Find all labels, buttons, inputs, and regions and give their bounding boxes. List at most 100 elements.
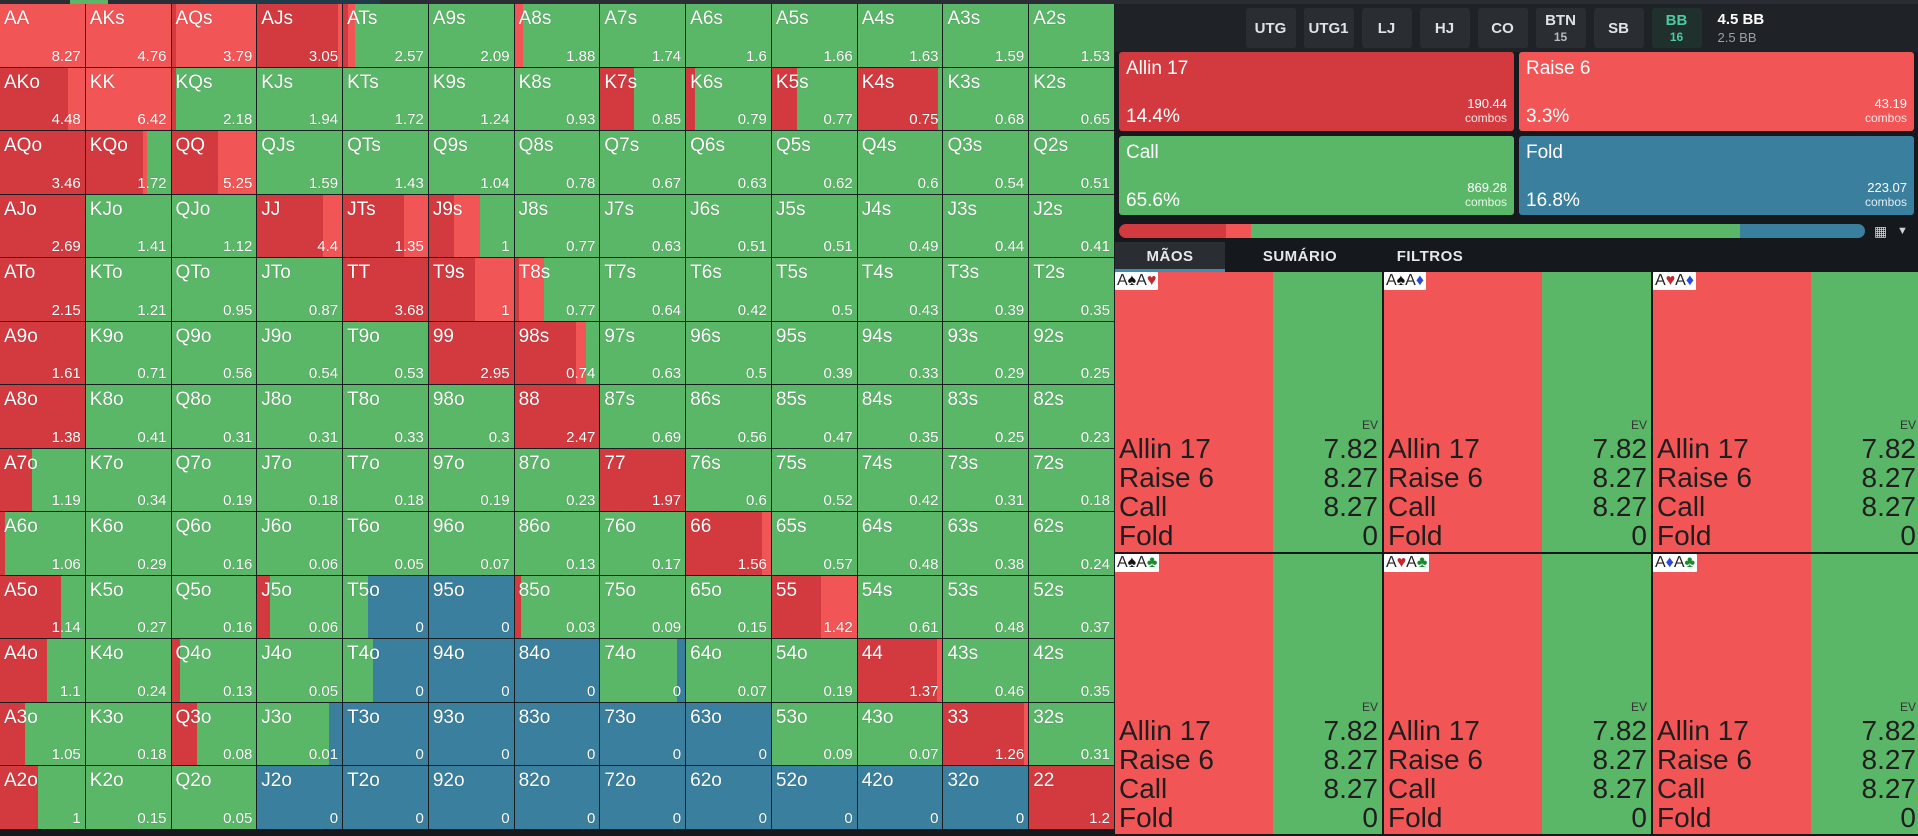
hand-cell-Q8s[interactable]: Q8s 0.78	[514, 131, 601, 195]
hand-cell-Q7s[interactable]: Q7s 0.67	[600, 131, 687, 195]
hand-cell-A8o[interactable]: A8o 1.38	[0, 385, 86, 449]
hand-cell-87s[interactable]: 87s 0.69	[600, 385, 687, 449]
hand-cell-Q4o[interactable]: Q4o 0.13	[171, 639, 258, 703]
hand-cell-72o[interactable]: 72o 0	[600, 766, 687, 830]
grid-view-icon[interactable]: ▦	[1874, 223, 1887, 239]
hand-cell-98o[interactable]: 98o 0.3	[428, 385, 515, 449]
hand-cell-JTs[interactable]: JTs 1.35	[343, 194, 429, 259]
hand-cell-QJs[interactable]: QJs 1.59	[257, 131, 344, 195]
hand-cell-J4o[interactable]: J4o 0.05	[257, 639, 344, 703]
hand-cell-AQo[interactable]: AQo 3.46	[0, 131, 86, 195]
hand-cell-J9s[interactable]: J9s 1	[428, 194, 515, 259]
position-button-utg1[interactable]: UTG1	[1303, 8, 1354, 48]
hand-cell-A9o[interactable]: A9o 1.61	[0, 321, 86, 386]
hand-cell-A7s[interactable]: A7s 1.74	[600, 4, 687, 68]
hand-cell-T2o[interactable]: T2o 0	[343, 766, 429, 830]
hand-cell-92o[interactable]: 92o 0	[428, 766, 515, 830]
chevron-down-icon[interactable]: ▼	[1897, 225, 1908, 241]
hand-cell-A8s[interactable]: A8s 1.88	[514, 4, 601, 68]
hand-cell-Q6s[interactable]: Q6s 0.63	[686, 131, 772, 195]
hand-cell-AJo[interactable]: AJo 2.69	[0, 194, 86, 259]
hand-cell-KQs[interactable]: KQs 2.18	[171, 67, 258, 132]
hand-cell-K9o[interactable]: K9o 0.71	[85, 321, 172, 386]
hand-cell-J5o[interactable]: J5o 0.06	[257, 575, 344, 640]
hand-cell-93o[interactable]: 93o 0	[428, 702, 515, 767]
hand-cell-KTo[interactable]: KTo 1.21	[85, 258, 172, 322]
hand-cell-Q6o[interactable]: Q6o 0.16	[171, 512, 258, 576]
action-allin-card[interactable]: Allin 17 14.4% 190.44 combos	[1119, 52, 1514, 131]
hand-cell-54s[interactable]: 54s 0.61	[857, 575, 944, 640]
hand-cell-KJs[interactable]: KJs 1.94	[257, 67, 344, 132]
hand-cell-32s[interactable]: 32s 0.31	[1029, 702, 1115, 767]
hand-cell-T9o[interactable]: T9o 0.53	[343, 321, 429, 386]
hand-cell-J8s[interactable]: J8s 0.77	[514, 194, 601, 259]
hand-cell-K7o[interactable]: K7o 0.34	[85, 448, 172, 513]
hand-cell-K6o[interactable]: K6o 0.29	[85, 512, 172, 576]
hand-cell-J2o[interactable]: J2o 0	[257, 766, 344, 830]
hand-cell-66[interactable]: 66 1.56	[686, 512, 772, 576]
hand-cell-62s[interactable]: 62s 0.24	[1029, 512, 1115, 576]
hand-cell-T9s[interactable]: T9s 1	[428, 258, 515, 322]
combo-card[interactable]: A♥A♣ EV Allin 17 7.82 Raise 6 8.27 Call 8.27 Fol…	[1384, 554, 1653, 836]
position-button-lj[interactable]: LJ	[1361, 8, 1412, 48]
hand-cell-J3s[interactable]: J3s 0.44	[943, 194, 1030, 259]
hand-cell-A9s[interactable]: A9s 2.09	[428, 4, 515, 68]
hand-cell-J2s[interactable]: J2s 0.41	[1029, 194, 1115, 259]
hand-cell-A7o[interactable]: A7o 1.19	[0, 448, 86, 513]
hand-cell-K2s[interactable]: K2s 0.65	[1029, 67, 1115, 132]
hand-cell-77[interactable]: 77 1.97	[600, 448, 687, 513]
hand-cell-93s[interactable]: 93s 0.29	[943, 321, 1030, 386]
hand-cell-K8s[interactable]: K8s 0.93	[514, 67, 601, 132]
hand-cell-62o[interactable]: 62o 0	[686, 766, 772, 830]
tab-summary[interactable]: SUMÁRIO	[1235, 242, 1365, 272]
hand-cell-55[interactable]: 55 1.42	[771, 575, 858, 640]
hand-cell-QQ[interactable]: QQ 5.25	[171, 131, 258, 195]
hand-cell-Q5o[interactable]: Q5o 0.16	[171, 575, 258, 640]
hand-cell-AQs[interactable]: AQs 3.79	[171, 4, 258, 68]
hand-cell-95o[interactable]: 95o 0	[428, 575, 515, 640]
hand-cell-52o[interactable]: 52o 0	[771, 766, 858, 830]
hand-cell-94o[interactable]: 94o 0	[428, 639, 515, 703]
hand-cell-KTs[interactable]: KTs 1.72	[343, 67, 429, 132]
hand-cell-96o[interactable]: 96o 0.07	[428, 512, 515, 576]
hand-cell-96s[interactable]: 96s 0.5	[686, 321, 772, 386]
hand-cell-97o[interactable]: 97o 0.19	[428, 448, 515, 513]
hand-cell-63s[interactable]: 63s 0.38	[943, 512, 1030, 576]
hand-cell-74s[interactable]: 74s 0.42	[857, 448, 944, 513]
hand-cell-A4o[interactable]: A4o 1.1	[0, 639, 86, 703]
combo-card[interactable]: A♠A♥ EV Allin 17 7.82 Raise 6 8.27 Call 8.27 Fol…	[1115, 272, 1384, 554]
hand-cell-K7s[interactable]: K7s 0.85	[600, 67, 687, 132]
combo-card[interactable]: A♠A♣ EV Allin 17 7.82 Raise 6 8.27 Call 8.27 Fol…	[1115, 554, 1384, 836]
hand-cell-Q3o[interactable]: Q3o 0.08	[171, 702, 258, 767]
hand-cell-ATs[interactable]: ATs 2.57	[343, 4, 429, 68]
hand-cell-83s[interactable]: 83s 0.25	[943, 385, 1030, 449]
hand-cell-Q9o[interactable]: Q9o 0.56	[171, 321, 258, 386]
hand-cell-43o[interactable]: 43o 0.07	[857, 702, 944, 767]
hand-cell-85o[interactable]: 85o 0.03	[514, 575, 601, 640]
hand-cell-J5s[interactable]: J5s 0.51	[771, 194, 858, 259]
hand-cell-K5o[interactable]: K5o 0.27	[85, 575, 172, 640]
hand-cell-J7s[interactable]: J7s 0.63	[600, 194, 687, 259]
hand-cell-22[interactable]: 22 1.2	[1029, 766, 1115, 830]
hand-cell-Q8o[interactable]: Q8o 0.31	[171, 385, 258, 449]
hand-cell-Q2s[interactable]: Q2s 0.51	[1029, 131, 1115, 195]
hand-cell-A2o[interactable]: A2o 1	[0, 766, 86, 830]
hand-cell-82s[interactable]: 82s 0.23	[1029, 385, 1115, 449]
action-raise-card[interactable]: Raise 6 3.3% 43.19 combos	[1519, 52, 1914, 131]
hand-cell-K6s[interactable]: K6s 0.79	[686, 67, 772, 132]
hand-cell-84s[interactable]: 84s 0.35	[857, 385, 944, 449]
action-call-card[interactable]: Call 65.6% 869.28 combos	[1119, 136, 1514, 215]
hand-cell-TT[interactable]: TT 3.68	[343, 258, 429, 322]
hand-cell-A5o[interactable]: A5o 1.14	[0, 575, 86, 640]
position-button-btn[interactable]: BTN 15	[1535, 8, 1586, 48]
hand-cell-33[interactable]: 33 1.26	[943, 702, 1030, 767]
hand-cell-53o[interactable]: 53o 0.09	[771, 702, 858, 767]
hand-cell-84o[interactable]: 84o 0	[514, 639, 601, 703]
hand-cell-T6o[interactable]: T6o 0.05	[343, 512, 429, 576]
tab-hands[interactable]: MÃOS	[1115, 242, 1225, 272]
hand-cell-83o[interactable]: 83o 0	[514, 702, 601, 767]
action-fold-card[interactable]: Fold 16.8% 223.07 combos	[1519, 136, 1914, 215]
hand-cell-87o[interactable]: 87o 0.23	[514, 448, 601, 513]
hand-cell-73o[interactable]: 73o 0	[600, 702, 687, 767]
hand-cell-AA[interactable]: AA 8.27	[0, 4, 86, 68]
